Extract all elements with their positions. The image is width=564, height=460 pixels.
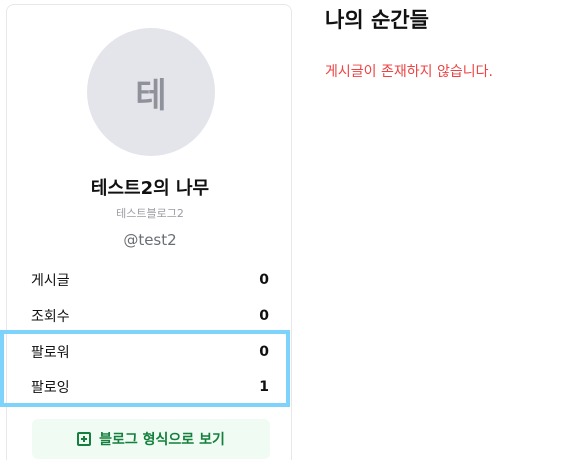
empty-posts-message: 게시글이 존재하지 않습니다.	[325, 64, 493, 80]
avatar-initial: 테	[135, 75, 167, 116]
blog-subtitle: 테스트블로그2	[116, 207, 184, 220]
avatar: 테	[87, 28, 215, 156]
blog-name: 테스트2의 나무	[90, 178, 210, 199]
blog-view-label: 블로그 형식으로 보기	[99, 432, 225, 448]
stat-label-followers: 팔로워	[31, 345, 70, 361]
stat-label-views: 조회수	[31, 309, 70, 325]
stat-value-following: 1	[259, 379, 269, 395]
stat-row-posts: 게시글 0	[31, 268, 269, 292]
stat-row-views: 조회수 0	[31, 304, 269, 328]
stat-row-followers[interactable]: 팔로워 0	[31, 340, 269, 364]
profile-card: 테 테스트2의 나무 테스트블로그2 @test2 게시글 0 조회수 0 팔로…	[6, 4, 292, 460]
user-handle: @test2	[123, 231, 177, 249]
stat-value-followers: 0	[259, 344, 269, 360]
stat-label-posts: 게시글	[31, 273, 70, 289]
blog-view-button[interactable]: 블로그 형식으로 보기	[32, 419, 270, 459]
stat-value-views: 0	[259, 308, 269, 324]
page-title: 나의 순간들	[325, 8, 429, 32]
stat-row-following[interactable]: 팔로잉 1	[31, 375, 269, 399]
stat-value-posts: 0	[259, 272, 269, 288]
plus-square-icon	[77, 432, 92, 446]
stat-label-following: 팔로잉	[31, 380, 70, 396]
page: 테 테스트2의 나무 테스트블로그2 @test2 게시글 0 조회수 0 팔로…	[0, 0, 564, 460]
